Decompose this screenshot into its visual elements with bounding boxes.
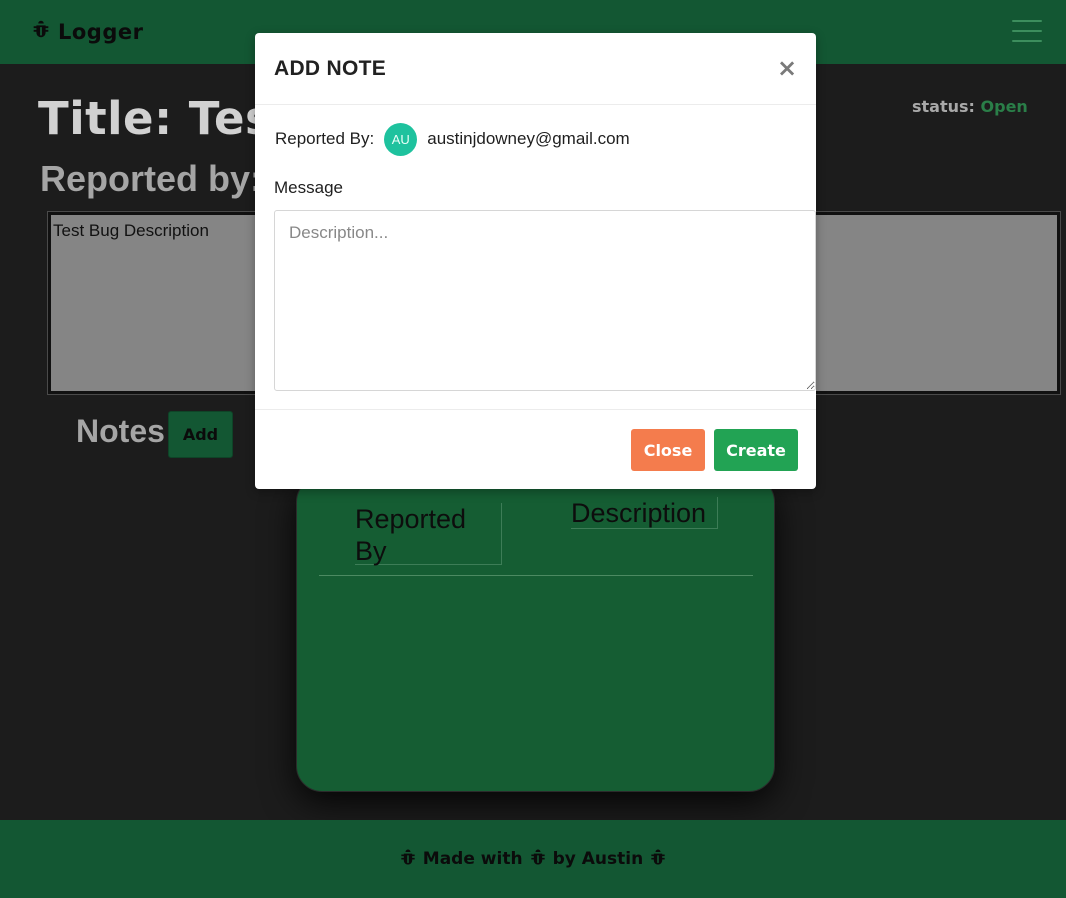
reported-by-label: Reported By:	[275, 129, 375, 148]
reported-by-heading: Reported by:	[40, 158, 263, 199]
footer: Made with by Austin	[0, 820, 1066, 898]
reporter-email: austinjdowney@gmail.com	[427, 129, 630, 148]
add-note-modal: ADD NOTE × Reported By: AU austinjdowney…	[255, 33, 816, 489]
column-header-reported-by: Reported By	[355, 503, 502, 566]
add-note-button[interactable]: Add	[168, 411, 233, 458]
modal-footer: Close Create	[255, 409, 816, 489]
close-icon[interactable]: ×	[777, 56, 797, 80]
bug-icon	[30, 18, 52, 45]
modal-header: ADD NOTE ×	[255, 33, 816, 105]
notes-table-card: Reported By Description	[296, 476, 775, 792]
bug-icon	[528, 847, 548, 872]
status-value: Open	[980, 97, 1028, 116]
message-label: Message	[274, 178, 343, 197]
modal-title: ADD NOTE	[274, 57, 387, 80]
footer-text-made-with: Made with	[422, 849, 523, 869]
column-header-description: Description	[571, 497, 718, 529]
message-input[interactable]	[274, 210, 816, 391]
bug-icon	[648, 847, 668, 872]
brand-name: Logger	[58, 19, 144, 44]
status-label: status:	[912, 97, 975, 116]
bug-status: status: Open	[912, 97, 1028, 116]
bug-icon	[398, 847, 418, 872]
brand-link[interactable]: Logger	[30, 18, 143, 45]
avatar: AU	[384, 122, 418, 156]
create-button[interactable]: Create	[714, 429, 798, 471]
notes-heading: Notes	[76, 413, 165, 449]
table-divider	[319, 575, 753, 576]
menu-toggle-icon[interactable]	[1012, 20, 1042, 44]
reporter-row: Reported By: AU austinjdowney@gmail.com	[275, 121, 630, 157]
footer-text-author: by Austin	[552, 849, 644, 869]
close-button[interactable]: Close	[631, 429, 705, 471]
bug-description-text: Test Bug Description	[53, 221, 209, 240]
